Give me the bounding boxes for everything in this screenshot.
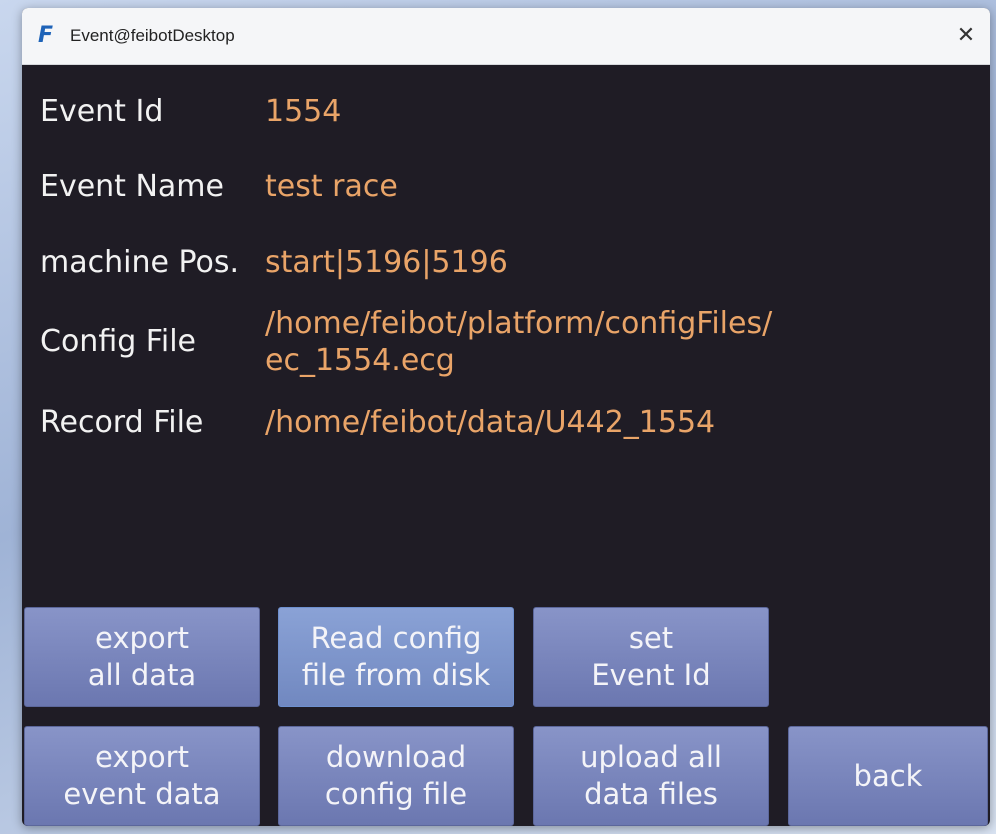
read-config-file-button[interactable]: Read config file from disk — [278, 607, 514, 707]
feibot-logo-icon: F — [38, 23, 54, 48]
export-event-data-button[interactable]: export event data — [24, 726, 260, 826]
event-id-value: 1554 — [265, 94, 342, 129]
event-name-label: Event Name — [40, 169, 224, 204]
upload-all-data-files-button[interactable]: upload all data files — [533, 726, 769, 826]
window-title: Event@feibotDesktop — [70, 26, 235, 45]
machine-pos-label: machine Pos. — [40, 245, 239, 280]
record-file-label: Record File — [40, 405, 204, 440]
event-window: F Event@feibotDesktop ✕ Event Id 1554 Ev… — [22, 8, 990, 826]
title-bar: F Event@feibotDesktop ✕ — [22, 8, 990, 65]
download-config-file-button[interactable]: download config file — [278, 726, 514, 826]
event-name-value: test race — [265, 169, 398, 204]
config-file-value-line1: /home/feibot/platform/configFiles/ — [265, 306, 773, 341]
set-event-id-button[interactable]: set Event Id — [533, 607, 769, 707]
record-file-value: /home/feibot/data/U442_1554 — [265, 405, 716, 440]
config-file-label: Config File — [40, 324, 196, 359]
event-id-label: Event Id — [40, 94, 164, 129]
back-button[interactable]: back — [788, 726, 988, 826]
config-file-value-line2: ec_1554.ecg — [265, 343, 455, 378]
close-icon[interactable]: ✕ — [948, 18, 984, 54]
export-all-data-button[interactable]: export all data — [24, 607, 260, 707]
machine-pos-value: start|5196|5196 — [265, 245, 508, 280]
